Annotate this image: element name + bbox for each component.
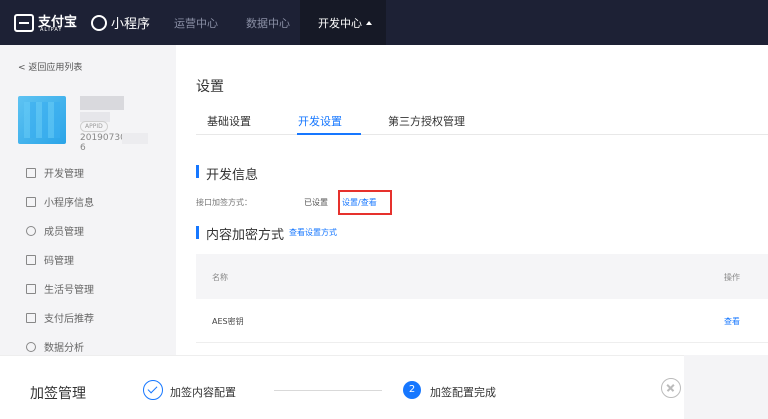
logo-mini-text: 小程序 bbox=[111, 17, 151, 32]
column-header-action: 操作 bbox=[724, 273, 740, 282]
column-header-name: 名称 bbox=[212, 273, 228, 282]
step2-number: 2 bbox=[403, 381, 421, 399]
dev-info-title: 开发信息 bbox=[206, 168, 259, 183]
sign-method-status: 已设置 bbox=[304, 198, 328, 207]
member-icon bbox=[26, 225, 36, 236]
appid-badge: APPID bbox=[80, 121, 108, 132]
row-name: AES密钥 bbox=[212, 317, 244, 326]
tab-third-party-auth[interactable]: 第三方授权管理 bbox=[388, 113, 465, 129]
app-avatar bbox=[18, 96, 66, 144]
top-navigation: 支付宝 ALIPAY 小程序 运营中心 数据中心 开发中心 bbox=[0, 0, 768, 45]
clock-icon bbox=[26, 341, 36, 352]
step1-label: 加签内容配置 bbox=[170, 386, 236, 399]
lifeacct-icon bbox=[26, 283, 36, 294]
step2-label: 加签配置完成 bbox=[430, 386, 496, 399]
appid-redaction bbox=[122, 133, 148, 144]
nav-dev-center-label: 开发中心 bbox=[318, 17, 362, 30]
sidebar-item-label: 成员管理 bbox=[44, 227, 84, 238]
sidebar-item-label: 生活号管理 bbox=[44, 285, 94, 296]
sidebar-item-label: 码管理 bbox=[44, 256, 74, 267]
steps-title: 加签管理 bbox=[30, 386, 86, 402]
nav-operations[interactable]: 运营中心 bbox=[174, 15, 218, 31]
section-marker bbox=[196, 226, 199, 239]
logo-alipay-sub: ALIPAY bbox=[40, 27, 63, 33]
tab-dev-settings[interactable]: 开发设置 bbox=[298, 113, 342, 129]
highlight-box bbox=[338, 190, 392, 215]
logo[interactable]: 支付宝 ALIPAY 小程序 bbox=[14, 13, 151, 33]
appid-value-suffix: 6 bbox=[80, 143, 86, 153]
nav-data[interactable]: 数据中心 bbox=[246, 15, 290, 31]
sidebar-item-dev-manage[interactable]: 开发管理 bbox=[26, 165, 84, 180]
sidebar-item-analytics[interactable]: 数据分析 bbox=[26, 339, 84, 354]
code-icon bbox=[26, 167, 36, 178]
qrcode-icon bbox=[26, 254, 36, 265]
row-view-link[interactable]: 查看 bbox=[724, 316, 740, 327]
sidebar-item-mini-info[interactable]: 小程序信息 bbox=[26, 194, 94, 209]
tab-basic-settings[interactable]: 基础设置 bbox=[207, 113, 251, 129]
sidebar: < 返回应用列表 APPID 20190730606 开发管理 小程序信息 成员… bbox=[0, 45, 176, 355]
sidebar-item-label: 数据分析 bbox=[44, 343, 84, 354]
section-marker bbox=[196, 165, 199, 178]
view-setup-method-link[interactable]: 查看设置方式 bbox=[289, 227, 337, 238]
sidebar-item-label: 支付后推荐 bbox=[44, 314, 94, 325]
table-row: AES密钥 查看 bbox=[196, 299, 768, 343]
close-icon[interactable] bbox=[661, 378, 681, 398]
miniprogram-logo-icon bbox=[91, 14, 108, 31]
active-tab-indicator bbox=[297, 133, 361, 135]
step-complete-check-icon bbox=[143, 380, 163, 400]
sidebar-item-label: 开发管理 bbox=[44, 169, 84, 180]
step-connector bbox=[274, 390, 382, 391]
monitor-icon bbox=[26, 312, 36, 323]
back-to-app-list-link[interactable]: < 返回应用列表 bbox=[18, 60, 82, 73]
alipay-logo-icon bbox=[14, 13, 34, 32]
sidebar-item-members[interactable]: 成员管理 bbox=[26, 223, 84, 238]
settings-tabs: 基础设置 开发设置 第三方授权管理 bbox=[196, 113, 768, 135]
sidebar-item-label: 小程序信息 bbox=[44, 198, 94, 209]
caret-up-icon bbox=[366, 21, 372, 25]
right-panel bbox=[684, 355, 768, 419]
sidebar-item-qrcode[interactable]: 码管理 bbox=[26, 252, 74, 267]
grid-icon bbox=[26, 196, 36, 207]
app-name-redacted bbox=[80, 96, 124, 110]
content-encrypt-title: 内容加密方式 bbox=[206, 228, 285, 243]
sidebar-item-pay-recommend[interactable]: 支付后推荐 bbox=[26, 310, 94, 325]
sidebar-item-life-account[interactable]: 生活号管理 bbox=[26, 281, 94, 296]
nav-dev-center[interactable]: 开发中心 bbox=[318, 15, 372, 31]
main-content: 设置 基础设置 开发设置 第三方授权管理 开发信息 接口加签方式： 已设置 设置… bbox=[176, 45, 768, 355]
table-header: 名称 操作 bbox=[196, 254, 768, 299]
sign-method-label: 接口加签方式： bbox=[196, 198, 252, 207]
sign-management-steps: 加签管理 加签内容配置 2 加签配置完成 bbox=[0, 355, 768, 419]
page-title: 设置 bbox=[196, 79, 224, 95]
